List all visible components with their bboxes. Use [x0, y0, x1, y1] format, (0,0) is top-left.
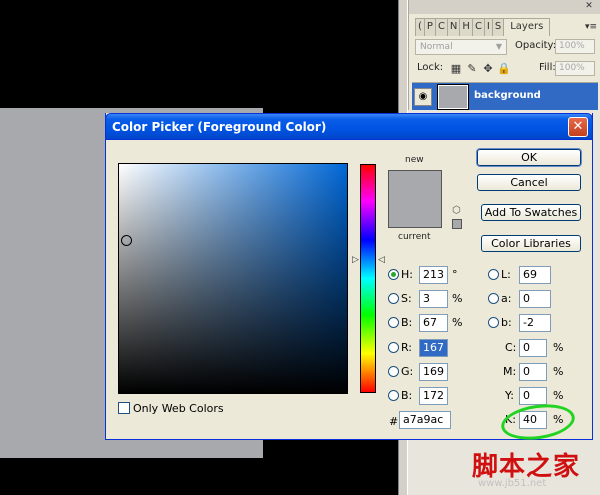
cyan-input[interactable]: 0	[519, 339, 547, 357]
magenta-input[interactable]: 0	[519, 363, 547, 381]
lock-icons: ▦ ✎ ✥ 🔒	[449, 62, 511, 75]
brightness-label: B:	[401, 316, 413, 329]
cancel-button[interactable]: Cancel	[477, 174, 581, 191]
a-channel-input[interactable]: 0	[519, 290, 551, 308]
brightness-input[interactable]: 67	[419, 314, 448, 332]
blue-label: B:	[401, 389, 413, 402]
red-radio[interactable]	[388, 342, 399, 353]
hex-input[interactable]: a7a9ac	[399, 411, 451, 429]
lightness-label: L:	[501, 268, 511, 281]
brightness-radio[interactable]	[388, 317, 399, 328]
tab-4[interactable]: N	[446, 18, 461, 36]
hue-label: H:	[401, 268, 413, 281]
dialog-title: Color Picker (Foreground Color)	[112, 120, 327, 134]
blue-radio[interactable]	[388, 390, 399, 401]
color-field[interactable]	[118, 163, 348, 394]
layer-thumbnail	[437, 84, 469, 110]
current-color-label: current	[398, 232, 431, 242]
yellow-input[interactable]: 0	[519, 387, 547, 405]
lightness-radio[interactable]	[488, 269, 499, 280]
yellow-unit: %	[553, 389, 564, 402]
add-to-swatches-button[interactable]: Add To Swatches	[481, 204, 581, 221]
only-web-colors-label: Only Web Colors	[133, 402, 224, 415]
magenta-label: M:	[503, 365, 517, 378]
cyan-unit: %	[553, 341, 564, 354]
new-color-label: new	[405, 155, 424, 165]
hue-unit: °	[452, 268, 458, 281]
fill-label: Fill:	[539, 62, 556, 73]
close-button[interactable]: ✕	[568, 117, 588, 137]
lock-paint-icon[interactable]: ✎	[465, 62, 479, 75]
layer-row[interactable]: ◉ background	[412, 82, 598, 110]
red-label: R:	[401, 341, 413, 354]
panel-menu-icon[interactable]: ▾≡	[585, 22, 597, 32]
opacity-input[interactable]: 100%	[555, 39, 595, 54]
a-channel-label: a:	[501, 292, 512, 305]
blue-input[interactable]: 172	[419, 387, 448, 405]
a-channel-radio[interactable]	[488, 293, 499, 304]
web-safe-cube-icon[interactable]: ⬡	[452, 206, 462, 216]
lock-all-icon[interactable]: 🔒	[497, 62, 511, 75]
hue-radio[interactable]	[388, 269, 399, 280]
layer-name: background	[474, 90, 541, 101]
lock-position-icon[interactable]: ✥	[481, 62, 495, 75]
tab-5[interactable]: H	[459, 18, 473, 36]
magenta-unit: %	[553, 365, 564, 378]
hue-slider-arrow-right[interactable]: ◁	[378, 255, 385, 265]
chevron-down-icon: ▼	[495, 42, 503, 51]
b-channel-input[interactable]: -2	[519, 314, 551, 332]
green-input[interactable]: 169	[419, 363, 448, 381]
panel-tabs: ( P C N H C I S Layers	[415, 18, 551, 36]
hex-label: #	[389, 415, 399, 428]
lock-label: Lock:	[417, 62, 444, 73]
lock-transparency-icon[interactable]: ▦	[449, 62, 463, 75]
color-libraries-button[interactable]: Color Libraries	[481, 235, 581, 252]
highlight-annotation-circle	[498, 400, 578, 444]
blend-mode-value: Normal	[420, 42, 453, 52]
layers-panel: ✕ ( P C N H C I S Layers ▾≡ Normal ▼ Opa…	[408, 0, 600, 110]
blend-mode-select[interactable]: Normal ▼	[415, 39, 507, 55]
green-radio[interactable]	[388, 366, 399, 377]
opacity-label: Opacity:	[515, 40, 557, 51]
saturation-unit: %	[452, 292, 463, 305]
watermark-url: www.jb51.net	[478, 478, 547, 489]
close-icon[interactable]: ✕	[583, 1, 595, 12]
hue-slider-arrow-left[interactable]: ▷	[352, 255, 359, 265]
saturation-radio[interactable]	[388, 293, 399, 304]
eye-icon[interactable]: ◉	[414, 88, 432, 106]
color-preview-swatch	[388, 170, 442, 228]
cyan-label: C:	[505, 341, 517, 354]
web-safe-swatch[interactable]	[452, 219, 462, 229]
saturation-label: S:	[401, 292, 412, 305]
hue-slider[interactable]	[360, 164, 376, 393]
b-channel-radio[interactable]	[488, 317, 499, 328]
red-input[interactable]: 167	[419, 339, 448, 357]
brightness-unit: %	[452, 316, 463, 329]
dialog-title-bar: Color Picker (Foreground Color) ✕	[105, 113, 593, 140]
ok-button[interactable]: OK	[476, 148, 582, 167]
color-picker-dialog: Color Picker (Foreground Color) ✕ ▷ ◁ ne…	[105, 113, 593, 444]
b-channel-label: b:	[501, 316, 512, 329]
fill-input[interactable]: 100%	[555, 61, 595, 76]
lightness-input[interactable]: 69	[519, 266, 551, 284]
hue-input[interactable]: 213	[419, 266, 448, 284]
panel-title-bar: ✕	[409, 0, 600, 14]
only-web-colors-checkbox[interactable]	[118, 402, 130, 414]
yellow-label: Y:	[505, 389, 514, 402]
color-field-marker[interactable]	[121, 235, 132, 246]
green-label: G:	[401, 365, 414, 378]
tab-layers[interactable]: Layers	[503, 18, 551, 36]
saturation-input[interactable]: 3	[419, 290, 448, 308]
